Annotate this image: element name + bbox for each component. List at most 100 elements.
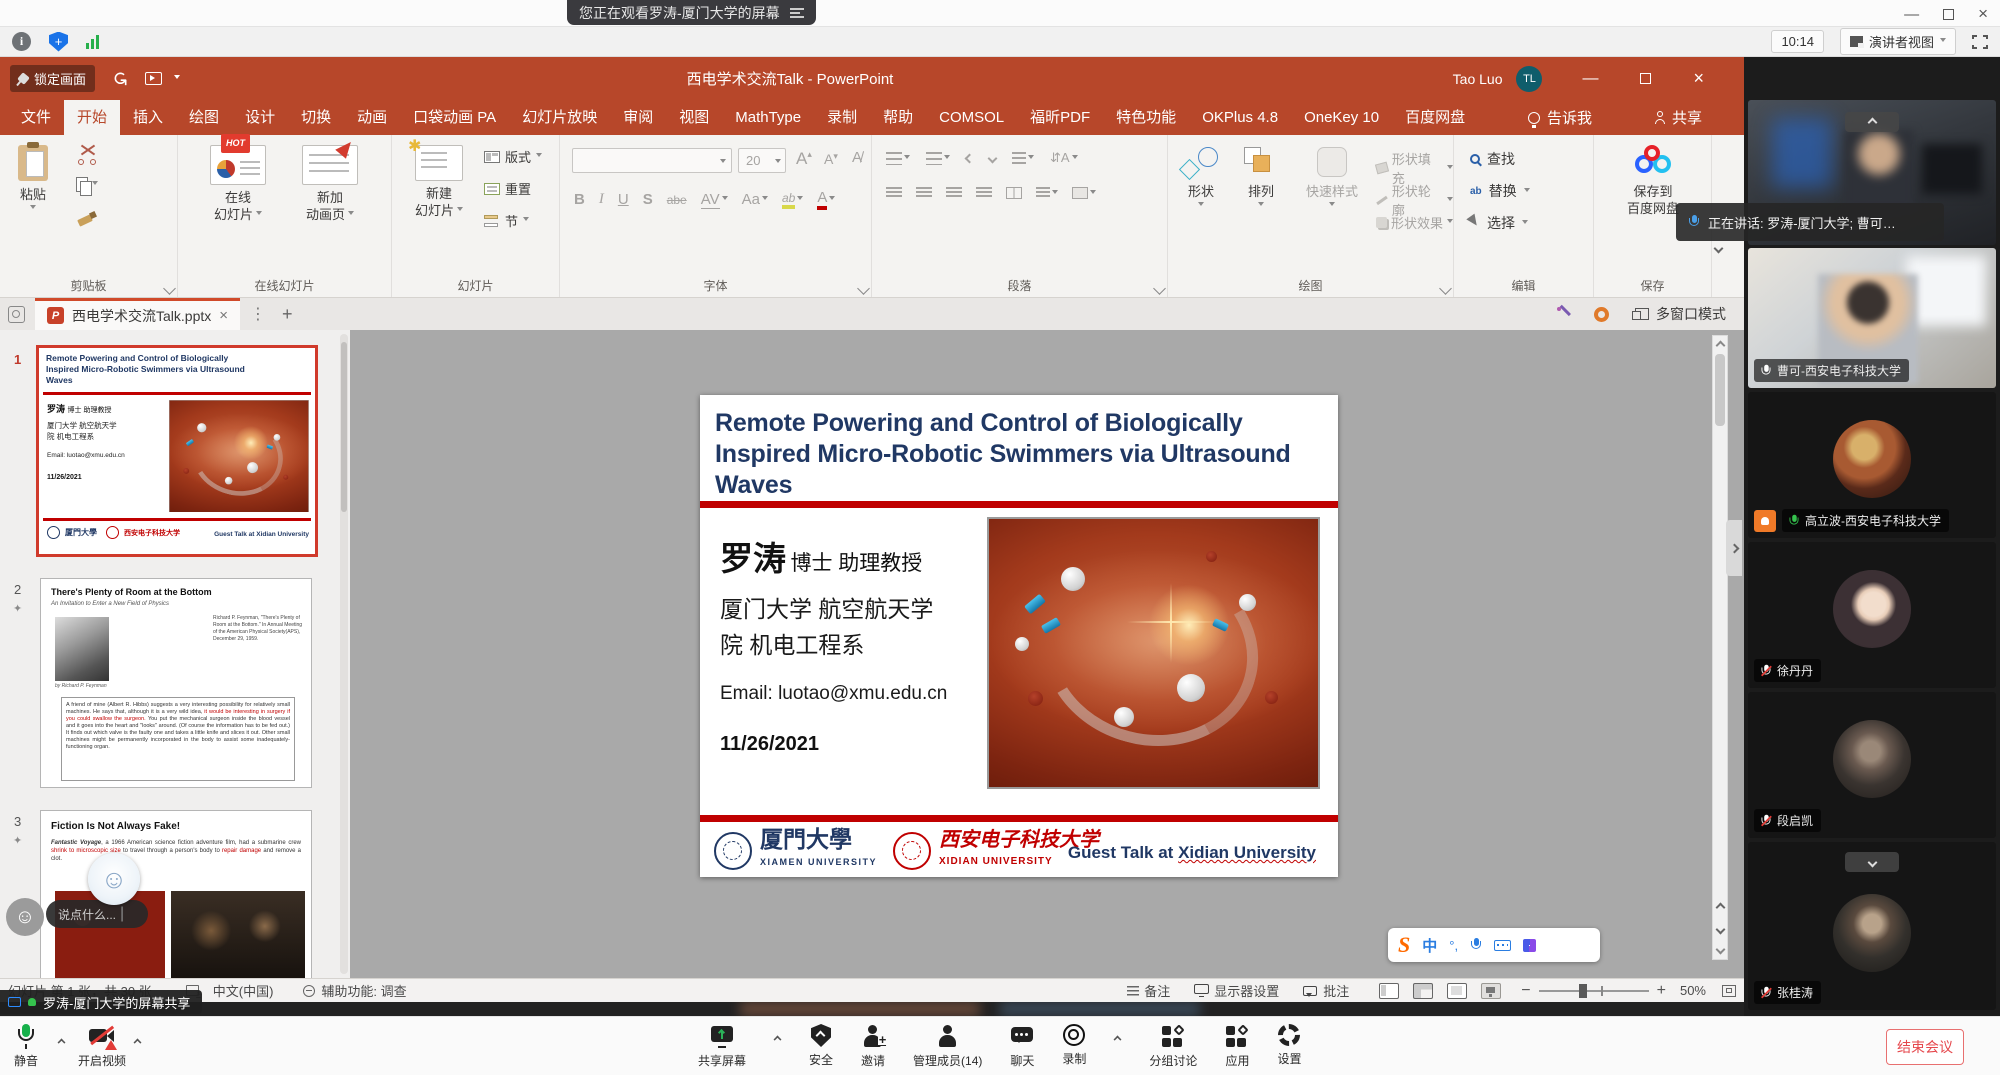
align-left-button[interactable] — [886, 187, 902, 199]
ribbon-tab[interactable]: 帮助 — [870, 100, 926, 135]
record-options-icon[interactable] — [1114, 1036, 1122, 1044]
ime-toolbar[interactable]: S 中 °, — [1388, 928, 1600, 962]
security-button[interactable]: 安全 — [809, 1024, 833, 1068]
ribbon-tab[interactable]: MathType — [722, 100, 814, 135]
ribbon-tab[interactable]: 录制 — [814, 100, 870, 135]
strikethrough-button[interactable]: abe — [667, 193, 687, 207]
qat-dropdown-icon[interactable] — [174, 75, 180, 82]
thumbnail-slide-3[interactable]: Fiction Is Not Always Fake! Fantastic Vo… — [40, 810, 312, 978]
smartart-button[interactable] — [1072, 187, 1096, 199]
ribbon-tab[interactable]: 插入 — [120, 100, 176, 135]
align-right-button[interactable] — [946, 187, 962, 199]
display-settings-button[interactable]: 显示器设置 — [1194, 981, 1279, 1000]
chat-button[interactable]: 聊天 — [1010, 1024, 1034, 1069]
slideshow-view-button[interactable] — [1481, 983, 1501, 999]
ime-mic-icon[interactable] — [1470, 938, 1482, 952]
shapes-button[interactable]: 形状 — [1182, 147, 1220, 209]
view-mode-selector[interactable]: 演讲者视图 — [1840, 28, 1956, 55]
columns-button[interactable] — [1006, 187, 1022, 199]
canvas-scrollbar[interactable] — [1712, 335, 1728, 960]
cut-button[interactable] — [78, 147, 100, 165]
slideshow-qat-icon[interactable] — [145, 72, 162, 85]
meeting-info-icon[interactable]: i — [12, 32, 31, 51]
fullscreen-icon[interactable] — [1972, 35, 1988, 49]
doc-tab-close-icon[interactable]: × — [219, 307, 228, 324]
thumbnail-scrollbar[interactable] — [340, 334, 348, 974]
mute-button[interactable]: 静音 — [14, 1024, 38, 1069]
invite-button[interactable]: +邀请 — [861, 1024, 885, 1069]
video-options-icon[interactable] — [134, 1039, 142, 1047]
magic-wand-icon[interactable] — [1556, 306, 1572, 322]
line-spacing-button[interactable] — [1012, 152, 1034, 165]
previous-slide-button[interactable] — [1716, 903, 1726, 913]
sidebar-collapse-handle[interactable] — [1726, 520, 1742, 576]
new-doc-tab-icon[interactable]: + — [282, 304, 293, 325]
end-meeting-button[interactable]: 结束会议 — [1886, 1029, 1964, 1065]
manage-members-button[interactable]: 管理成员(14) — [913, 1024, 982, 1069]
start-video-button[interactable]: 开启视频 — [78, 1024, 126, 1069]
copy-button[interactable] — [76, 177, 98, 192]
doc-tab-active[interactable]: P 西电学术交流Talk.pptx × — [35, 298, 240, 330]
align-text-button[interactable] — [1036, 187, 1058, 199]
language-status[interactable]: 中文(中国) — [213, 981, 274, 1000]
ribbon-tab[interactable]: 文件 — [8, 100, 64, 135]
breakout-rooms-button[interactable]: 分组讨论 — [1149, 1024, 1197, 1069]
ppt-account-avatar[interactable]: TL — [1516, 66, 1542, 92]
ribbon-tab[interactable]: 特色功能 — [1103, 100, 1189, 135]
new-slide-button[interactable]: ✱ 新建 幻灯片 — [404, 145, 474, 219]
highlight-button[interactable]: ab — [782, 191, 803, 209]
select-button[interactable]: 选择 — [1470, 213, 1528, 233]
reset-button[interactable]: 重置 — [484, 179, 531, 198]
mute-options-icon[interactable] — [58, 1039, 66, 1047]
accessibility-status[interactable]: 辅助功能: 调查 — [303, 981, 406, 1000]
share-screen-button[interactable]: 共享屏幕 — [698, 1024, 746, 1069]
ime-language-toggle[interactable]: 中 — [1422, 935, 1437, 956]
ribbon-tab[interactable]: 福昕PDF — [1017, 100, 1103, 135]
apps-button[interactable]: 应用 — [1225, 1024, 1249, 1069]
ppt-minimize-button[interactable]: — — [1582, 70, 1598, 88]
comments-button[interactable]: 批注 — [1303, 981, 1349, 1000]
zoom-slider[interactable] — [1539, 990, 1649, 992]
notes-button[interactable]: 备注 — [1127, 981, 1170, 1000]
ribbon-tab[interactable]: 审阅 — [610, 100, 666, 135]
grow-font-button[interactable]: A▴ — [796, 149, 812, 169]
session-icon[interactable] — [8, 306, 25, 323]
shape-effects-button[interactable]: 形状效果 — [1376, 213, 1453, 232]
quick-styles-button[interactable]: 快速样式 — [1306, 147, 1358, 209]
shrink-font-button[interactable]: A▾ — [824, 151, 838, 167]
decrease-indent-button[interactable] — [966, 149, 973, 167]
record-button[interactable]: 录制 — [1062, 1024, 1086, 1067]
ribbon-tab[interactable]: 开始 — [64, 100, 120, 135]
video-tile[interactable]: 张桂涛 — [1748, 842, 1996, 1010]
find-button[interactable]: 查找 — [1470, 149, 1515, 169]
doc-tab-more-icon[interactable]: ⋮ — [250, 304, 266, 324]
increase-indent-button[interactable] — [989, 149, 996, 167]
meeting-minimize-button[interactable]: — — [1904, 6, 1919, 23]
align-center-button[interactable] — [916, 187, 932, 199]
zoom-out-button[interactable]: − — [1521, 982, 1530, 1000]
reading-view-button[interactable] — [1447, 983, 1467, 999]
underline-button[interactable]: U — [618, 191, 629, 208]
italic-button[interactable]: I — [599, 191, 604, 208]
zoom-level[interactable]: 50% — [1680, 983, 1706, 998]
ribbon-tab[interactable]: 视图 — [666, 100, 722, 135]
meeting-close-button[interactable]: × — [1978, 4, 1988, 24]
section-button[interactable]: 节 — [484, 211, 529, 230]
sidebar-scroll-down-button[interactable] — [1845, 852, 1899, 872]
thumbnail-slide-1[interactable]: Remote Powering and Control of Biologica… — [36, 345, 318, 557]
replace-button[interactable]: ab 替换 — [1470, 181, 1530, 201]
ribbon-tab[interactable]: 绘图 — [176, 100, 232, 135]
video-tile[interactable]: 高立波-西安电子科技大学 — [1748, 392, 1996, 538]
font-color-button[interactable]: A — [817, 189, 835, 210]
ppt-close-button[interactable]: × — [1693, 68, 1704, 89]
video-tile[interactable]: 段启凯 — [1748, 692, 1996, 838]
change-case-button[interactable]: Aa — [742, 191, 768, 208]
ribbon-tab[interactable]: 切换 — [288, 100, 344, 135]
ribbon-tab[interactable]: 动画 — [344, 100, 400, 135]
video-tile[interactable]: 曹可-西安电子科技大学 — [1748, 248, 1996, 388]
ribbon-tab[interactable]: OKPlus 4.8 — [1189, 100, 1291, 135]
slide-sorter-view-button[interactable] — [1413, 983, 1433, 999]
emoji-quick-button[interactable]: ☺ — [6, 898, 44, 936]
share-options-icon[interactable] — [774, 1036, 782, 1044]
clear-format-button[interactable]: A̸ — [852, 149, 862, 166]
